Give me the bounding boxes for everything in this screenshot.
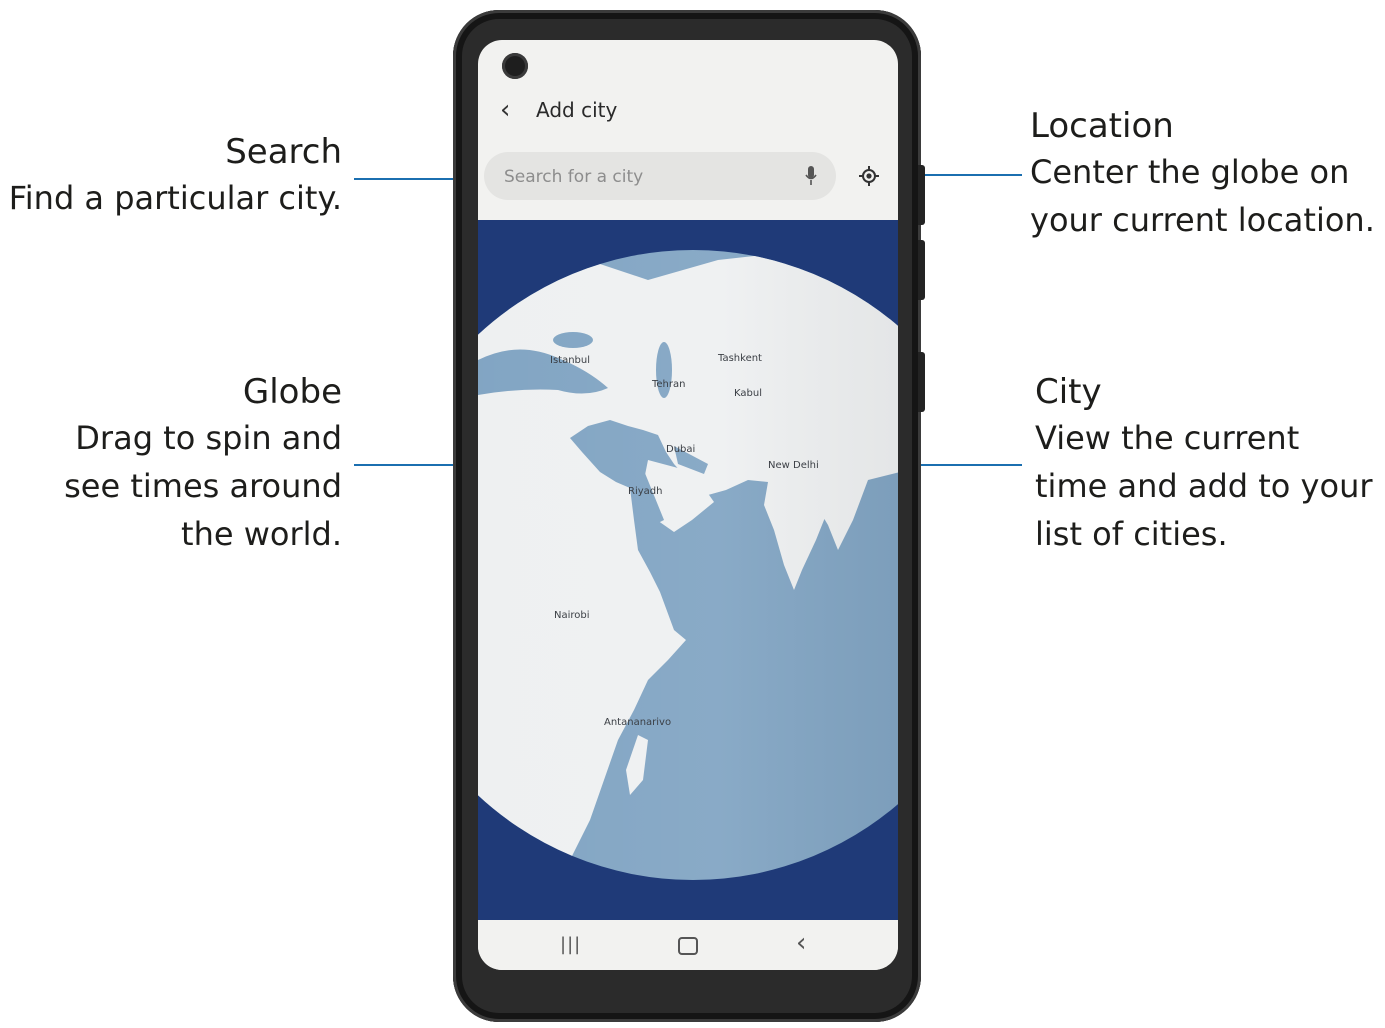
city-callout-desc-1: View the current <box>1035 419 1300 457</box>
city-label-tehran[interactable]: Tehran <box>651 379 685 390</box>
location-callout-desc-1: Center the globe on <box>1030 153 1350 191</box>
power-button <box>918 165 925 225</box>
nav-back-icon[interactable]: ‹ <box>796 928 806 958</box>
location-callout-title: Location <box>1030 106 1174 146</box>
front-camera <box>502 53 528 79</box>
city-callout: City View the current time and add to yo… <box>1035 370 1373 558</box>
globe-callout-title: Globe <box>242 372 342 412</box>
search-callout-title: Search <box>225 132 342 172</box>
city-label-nairobi[interactable]: Nairobi <box>554 610 590 621</box>
globe-callout-desc-2: see times around <box>64 467 342 505</box>
page-title: Add city <box>536 98 618 122</box>
search-bar[interactable] <box>484 152 836 200</box>
home-icon[interactable] <box>678 937 698 955</box>
city-label-riyadh[interactable]: Riyadh <box>628 486 662 497</box>
city-label-new-delhi[interactable]: New Delhi <box>768 460 819 471</box>
city-label-istanbul[interactable]: Istanbul <box>550 355 590 366</box>
navigation-bar: ||| ‹ <box>478 920 898 970</box>
city-label-kabul[interactable]: Kabul <box>734 388 762 399</box>
phone-screen: ‹ Add city Search for a city Istanbul Te… <box>478 40 898 970</box>
city-label-antananarivo[interactable]: Antananarivo <box>604 717 671 728</box>
globe-map[interactable]: Istanbul Tehran Tashkent Kabul Dubai Riy… <box>478 220 898 920</box>
search-input[interactable] <box>502 164 786 190</box>
location-callout: Location Center the globe on your curren… <box>1030 104 1375 244</box>
location-callout-desc-2: your current location. <box>1030 201 1375 239</box>
volume-up-button <box>918 240 925 300</box>
globe-callout: Globe Drag to spin and see times around … <box>64 370 342 558</box>
city-callout-title: City <box>1035 372 1102 412</box>
globe[interactable]: Istanbul Tehran Tashkent Kabul Dubai Riy… <box>478 220 898 920</box>
globe-callout-desc-3: the world. <box>181 515 342 553</box>
search-callout-desc: Find a particular city. <box>8 179 342 217</box>
volume-down-button <box>918 352 925 412</box>
search-callout: Search Find a particular city. <box>9 130 342 222</box>
recent-apps-icon[interactable]: ||| <box>560 934 581 955</box>
back-arrow-icon[interactable]: ‹ <box>500 96 510 124</box>
app-bar: ‹ Add city <box>478 90 898 134</box>
city-label-tashkent[interactable]: Tashkent <box>717 353 762 364</box>
location-target-icon[interactable] <box>858 165 880 187</box>
microphone-icon[interactable] <box>804 164 818 188</box>
city-label-dubai[interactable]: Dubai <box>666 444 695 455</box>
globe-shading <box>478 250 898 880</box>
city-callout-desc-3: list of cities. <box>1035 515 1228 553</box>
globe-callout-desc-1: Drag to spin and <box>75 419 342 457</box>
city-callout-desc-2: time and add to your <box>1035 467 1373 505</box>
